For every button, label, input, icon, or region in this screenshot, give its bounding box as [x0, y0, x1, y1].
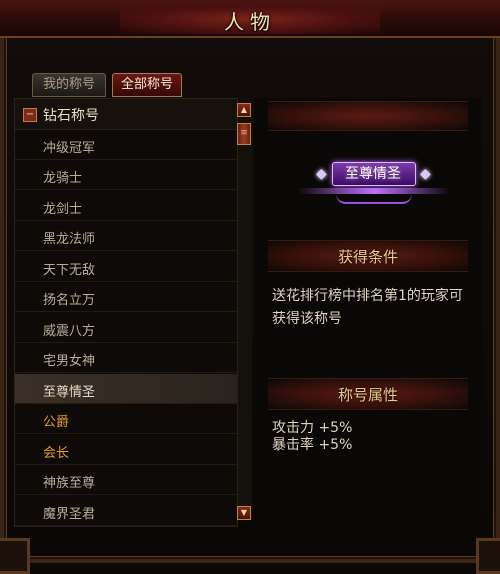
title-list-item-label: 龙剑士	[43, 202, 83, 217]
badge-title-text: 至尊情圣	[345, 166, 401, 182]
title-list-item[interactable]: 扬名立万	[15, 282, 237, 312]
grip-icon[interactable]: ≡	[237, 123, 251, 145]
category-label: 钻石称号	[43, 108, 99, 124]
title-list-item-label: 会长	[43, 446, 70, 461]
arrow-up-icon[interactable]: ▲	[237, 103, 251, 117]
minus-icon[interactable]: −	[23, 108, 37, 122]
category-header[interactable]: − 钻石称号	[15, 99, 237, 130]
frame-corner-ornament	[476, 538, 500, 574]
badge-ornament	[336, 194, 412, 204]
title-list-item[interactable]: 黑龙法师	[15, 221, 237, 251]
attribute-line: 攻击力 +5%	[272, 420, 353, 436]
title-bar: 人物	[0, 0, 500, 38]
tab-my-titles[interactable]: 我的称号	[32, 73, 106, 97]
title-list-item-label: 冲级冠军	[43, 141, 96, 156]
condition-heading-banner: 获得条件	[268, 240, 468, 272]
title-badge: ◆ ◆ 至尊情圣	[288, 160, 460, 206]
title-list-item-selected[interactable]: 至尊情圣	[15, 374, 237, 404]
title-list-item-label: 魔界圣君	[43, 507, 96, 522]
list-scrollbar[interactable]	[237, 103, 252, 520]
title-list-item-label: 公爵	[43, 415, 70, 430]
title-list-item[interactable]: 神族至尊	[15, 465, 237, 495]
title-list-item-label: 黑龙法师	[43, 232, 96, 247]
title-list-item[interactable]: 龙骑士	[15, 160, 237, 190]
tab-all-titles[interactable]: 全部称号	[112, 73, 182, 97]
title-list-item[interactable]: 天下无敌	[15, 252, 237, 282]
title-list-item-label: 神族至尊	[43, 476, 96, 491]
window-title: 人物	[224, 10, 276, 34]
diamond-icon: ◆	[316, 166, 327, 182]
attribute-line: 暴击率 +5%	[272, 437, 353, 453]
title-list-item-label: 威震八方	[43, 324, 96, 339]
title-list-item[interactable]: 威震八方	[15, 313, 237, 343]
title-list-item-label: 扬名立万	[43, 293, 96, 308]
attribute-heading-banner: 称号属性	[268, 378, 468, 410]
title-list-item[interactable]: 冲级冠军	[15, 130, 237, 160]
title-list-item-label: 龙骑士	[43, 171, 83, 186]
detail-header-ornament	[268, 101, 468, 131]
title-list-item-label: 至尊情圣	[43, 385, 96, 400]
title-list-item-label: 宅男女神	[43, 354, 96, 369]
title-list-item[interactable]: 魔界圣君	[15, 496, 237, 526]
condition-text: 送花排行榜中排名第1的玩家可获得该称号	[272, 288, 463, 327]
title-list-panel: − 钻石称号 冲级冠军 龙骑士 龙剑士 黑龙法师 天下无敌 扬名立万 威震八方 …	[14, 98, 238, 527]
title-list-item[interactable]: 会长	[15, 435, 237, 465]
attribute-heading: 称号属性	[337, 386, 398, 404]
title-list-item[interactable]: 宅男女神	[15, 343, 237, 373]
condition-heading: 获得条件	[337, 248, 398, 266]
title-list-item-label: 天下无敌	[43, 263, 96, 278]
arrow-down-icon[interactable]: ▼	[237, 506, 251, 520]
title-list-item[interactable]: 龙剑士	[15, 191, 237, 221]
diamond-icon: ◆	[420, 166, 431, 182]
frame-corner-ornament	[0, 538, 30, 574]
title-list-item[interactable]: 公爵	[15, 404, 237, 434]
